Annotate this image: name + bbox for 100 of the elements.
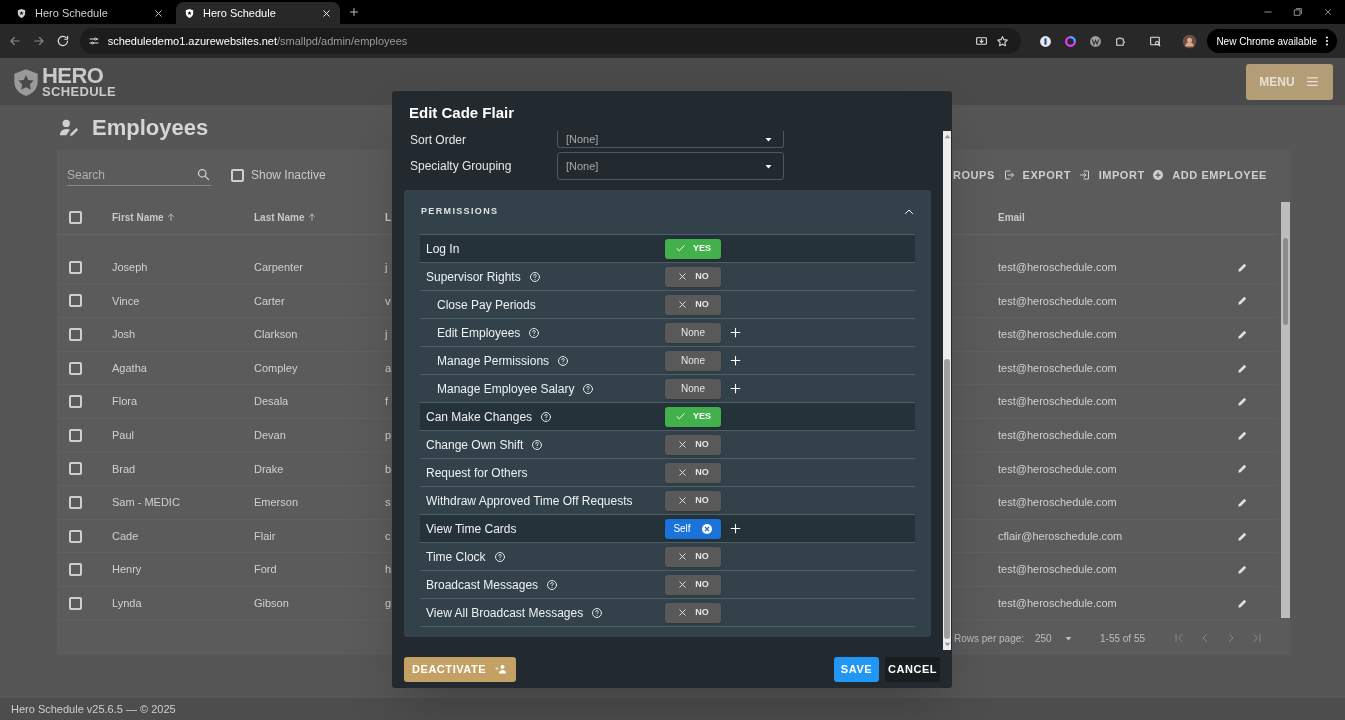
checkbox[interactable]: [69, 260, 82, 274]
cancel-button[interactable]: CANCEL: [885, 656, 940, 682]
toolbar-button[interactable]: EXPORT: [1002, 166, 1072, 184]
pencil-icon[interactable]: [1237, 362, 1248, 374]
pencil-icon[interactable]: [1237, 295, 1248, 307]
install-icon[interactable]: [975, 34, 989, 48]
table-cell-text: Vince: [112, 293, 141, 309]
toggle-button[interactable]: NO: [665, 574, 721, 595]
close-icon[interactable]: [153, 7, 164, 19]
update-button[interactable]: New Chrome available: [1207, 29, 1337, 53]
permission-label: Manage Permissions: [437, 352, 550, 370]
scrollbar[interactable]: [943, 131, 951, 650]
help-icon[interactable]: [528, 326, 541, 339]
x-icon: [677, 495, 689, 506]
column-header[interactable]: Email: [998, 209, 1025, 225]
checkbox[interactable]: [69, 462, 82, 476]
checkbox[interactable]: [231, 168, 244, 182]
checkbox[interactable]: [69, 563, 82, 577]
tune-icon[interactable]: [87, 35, 100, 47]
toggle-button[interactable]: NO: [665, 434, 721, 455]
checkbox[interactable]: [69, 596, 82, 610]
reload-icon[interactable]: [55, 34, 70, 48]
toolbar-button[interactable]: ADD EMPLOYEE: [1152, 166, 1267, 184]
checkbox[interactable]: [69, 428, 82, 442]
pencil-icon[interactable]: [1237, 429, 1248, 441]
help-icon[interactable]: [528, 270, 541, 283]
scope-chip[interactable]: None: [665, 378, 721, 399]
help-icon[interactable]: [531, 438, 544, 451]
browser-tab[interactable]: Hero Schedule: [8, 2, 172, 24]
toolbar-button[interactable]: IMPORT: [1078, 166, 1145, 184]
toggle-button[interactable]: NO: [665, 294, 721, 315]
checkbox[interactable]: [69, 294, 82, 308]
pencil-icon[interactable]: [1237, 396, 1248, 408]
permissions-header[interactable]: PERMISSIONS: [420, 190, 915, 234]
sort-arrow-icon[interactable]: [306, 212, 317, 222]
close-icon[interactable]: [1323, 7, 1333, 17]
column-header[interactable]: First Name: [112, 209, 164, 225]
table-cell-text: test@heroschedule.com: [998, 327, 1118, 343]
pencil-icon[interactable]: [1237, 496, 1248, 508]
select-field[interactable]: [None]: [557, 131, 784, 148]
sort-arrow-icon[interactable]: [165, 212, 176, 222]
checkbox[interactable]: [69, 495, 82, 509]
checkbox[interactable]: [69, 395, 82, 409]
help-icon[interactable]: [546, 578, 559, 591]
pencil-icon[interactable]: [1237, 329, 1248, 340]
checkbox[interactable]: [69, 361, 82, 375]
color-ring-icon[interactable]: [1064, 34, 1078, 48]
toggle-button[interactable]: NO: [665, 266, 721, 287]
help-icon[interactable]: [540, 410, 553, 423]
column-header[interactable]: L: [385, 209, 392, 225]
toolbar-button[interactable]: ROUPS: [953, 166, 995, 184]
help-icon[interactable]: [557, 354, 570, 367]
table-cell-text: Josh: [112, 327, 137, 343]
column-header[interactable]: Last Name: [254, 209, 305, 225]
forward-arrow-icon[interactable]: [31, 34, 46, 48]
pencil-icon[interactable]: [1237, 463, 1248, 475]
back-arrow-icon[interactable]: [8, 34, 22, 48]
password-icon[interactable]: [1039, 34, 1053, 48]
close-icon[interactable]: [321, 7, 332, 19]
plus-icon[interactable]: [729, 382, 742, 395]
star-icon[interactable]: [996, 34, 1010, 48]
w-circle-icon[interactable]: [1089, 34, 1103, 48]
toggle-button[interactable]: NO: [665, 602, 721, 623]
pencil-icon[interactable]: [1237, 597, 1248, 609]
search-field[interactable]: Search: [67, 165, 177, 184]
table-cell-text: test@heroschedule.com: [998, 293, 1118, 309]
browser-tab[interactable]: Hero Schedule: [176, 2, 340, 24]
scope-chip[interactable]: Self: [665, 518, 721, 539]
remove-icon[interactable]: [700, 522, 713, 535]
scope-chip[interactable]: None: [665, 350, 721, 371]
avatar-icon[interactable]: [1182, 33, 1198, 49]
new-tab-icon[interactable]: [348, 6, 360, 18]
select-field[interactable]: [None]: [557, 152, 784, 180]
permission-label: Supervisor Rights: [426, 268, 521, 286]
plus-icon[interactable]: [729, 354, 742, 367]
scope-chip[interactable]: None: [665, 322, 721, 343]
help-icon[interactable]: [582, 382, 595, 395]
plus-icon[interactable]: [729, 522, 742, 535]
search-icon[interactable]: [196, 167, 211, 182]
pencil-icon[interactable]: [1237, 564, 1248, 576]
help-icon[interactable]: [591, 606, 604, 619]
checkbox[interactable]: [69, 328, 82, 341]
address-bar[interactable]: scheduledemo1.azurewebsites.net/smallpd/admin/employees: [79, 28, 1022, 54]
table-cell: s: [385, 496, 391, 509]
plus-icon[interactable]: [729, 326, 742, 339]
help-icon[interactable]: [493, 550, 506, 563]
tab-search-icon[interactable]: [1149, 34, 1163, 48]
table-cell-text: cflair@heroschedule.com: [998, 528, 1124, 544]
toggle-button[interactable]: NO: [665, 462, 721, 483]
puzzle-icon[interactable]: [1114, 34, 1128, 48]
restore-icon[interactable]: [1293, 7, 1303, 17]
toggle-button[interactable]: NO: [665, 490, 721, 511]
toggle-button[interactable]: NO: [665, 546, 721, 567]
save-button[interactable]: SAVE: [834, 656, 879, 682]
pencil-icon[interactable]: [1237, 261, 1248, 273]
pencil-icon[interactable]: [1237, 530, 1248, 542]
checkbox[interactable]: [69, 210, 82, 224]
checkbox[interactable]: [69, 529, 82, 543]
scrollbar[interactable]: [1281, 202, 1290, 618]
rows-per-page-select[interactable]: 250: [1035, 630, 1100, 646]
